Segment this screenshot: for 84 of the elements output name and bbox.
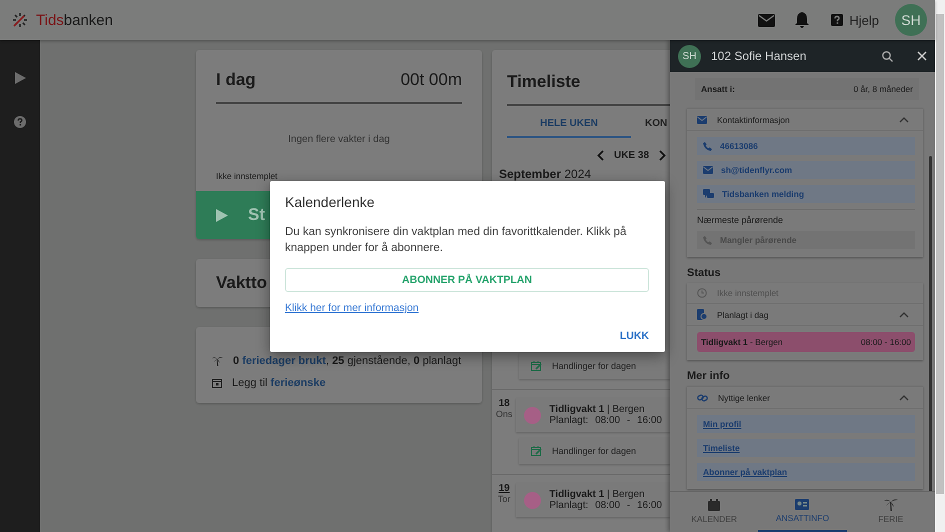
mail-icon <box>697 116 707 124</box>
day-number: 19 <box>498 483 510 494</box>
weekday: Ons <box>496 409 512 419</box>
help-icon <box>831 14 844 26</box>
link[interactable]: feriedager brukt <box>242 355 326 367</box>
tab[interactable]: KON <box>631 106 668 138</box>
chevron-icon[interactable] <box>899 394 909 400</box>
week-label: UKE 38 <box>614 150 649 161</box>
planned-shift[interactable]: Tidligvakt 1 - Bergen 08:00 - 16:00 <box>697 332 915 352</box>
section-header[interactable]: Kontaktinformasjon <box>687 108 923 131</box>
help-icon[interactable] <box>14 116 26 128</box>
close-button[interactable]: LUKK <box>620 330 649 342</box>
info-link[interactable]: Klikk her for mer informasjon <box>285 302 419 314</box>
contact-link[interactable]: sh@tidenflyr.com <box>697 161 915 179</box>
useful-link[interactable]: Min profil <box>697 415 915 433</box>
contact-link[interactable]: Tidsbanken melding <box>697 185 915 203</box>
clock-status: Ikke innstemplet <box>216 171 278 181</box>
link-icon <box>697 394 708 402</box>
hours-total: 00t 00m <box>400 70 462 90</box>
bottom-tab[interactable]: ANSATTINFO <box>758 492 847 532</box>
calendar-icon <box>708 498 720 510</box>
subscribe-button[interactable]: ABONNER PÅ VAKTPLAN <box>285 268 649 292</box>
panel-title: 102 Sofie Hansen <box>711 49 808 63</box>
empty-message: Ingen flere vakter i dag <box>287 134 391 145</box>
chevron-right-icon[interactable] <box>659 150 666 161</box>
palm-tree-icon <box>212 356 223 366</box>
useful-link[interactable]: Abonner på vaktplan <box>697 463 915 481</box>
chat-icon <box>703 189 714 199</box>
field-label: Ansatt i: <box>701 84 735 94</box>
id-card-icon <box>795 499 810 510</box>
mail-icon[interactable] <box>758 14 776 26</box>
schedule-icon <box>697 309 707 320</box>
phone-icon <box>703 236 712 244</box>
mail-icon <box>703 166 713 174</box>
shift-time: Planlagt: 08:00 - 16:00 <box>549 415 662 426</box>
shift-name: Tidligvakt 1 | Bergen <box>549 489 646 500</box>
bottom-tab[interactable]: FERIE <box>846 492 935 532</box>
vacation-summary: 0 feriedager brukt, 25 gjenstående, 0 planlagt <box>233 355 462 367</box>
day-actions-button[interactable]: Handlinger for dagen <box>519 438 670 464</box>
calendar-edit-icon <box>531 361 542 371</box>
tab[interactable]: HELE UKEN <box>507 106 631 138</box>
search-icon[interactable] <box>882 50 893 62</box>
relatives-label: Nærmeste pårørende <box>697 209 915 225</box>
user-avatar[interactable]: SH <box>895 4 927 36</box>
link[interactable]: ferieønske <box>270 377 326 389</box>
section-header[interactable]: Nyttige lenker <box>687 386 923 409</box>
bell-icon[interactable] <box>795 12 810 28</box>
play-icon[interactable] <box>14 72 26 84</box>
section-heading: Status <box>687 267 722 279</box>
card-title: I dag <box>216 70 256 90</box>
close-icon[interactable] <box>917 51 927 61</box>
shift-time: Planlagt: 08:00 - 16:00 <box>549 500 662 511</box>
clock-icon <box>697 288 707 298</box>
shift-card[interactable]: Tidligvakt 1 | Bergen Planlagt: 08:00 - 16:00 <box>516 483 670 517</box>
brand-name: Tidsbanken <box>36 12 113 28</box>
calendar-edit-icon <box>531 446 542 456</box>
scrollbar[interactable] <box>935 0 945 532</box>
chevron-icon[interactable] <box>899 312 909 318</box>
add-vacation-text: Legg til ferieønske <box>232 377 326 389</box>
employee-avatar: SH <box>678 44 701 68</box>
chevron-left-icon[interactable] <box>596 150 604 161</box>
chevron-icon[interactable] <box>899 116 909 122</box>
phone-icon <box>703 142 712 150</box>
palm-tree-icon <box>884 498 898 511</box>
month-heading: September 2024 <box>499 167 592 181</box>
logo-icon <box>10 10 30 30</box>
shift-name: Tidligvakt 1 | Bergen <box>549 404 646 415</box>
play-icon <box>216 208 228 222</box>
contact-link[interactable]: 46613086 <box>697 137 915 155</box>
scrollbar[interactable] <box>929 156 932 491</box>
day-number: 18 <box>498 398 510 409</box>
useful-link[interactable]: Timeliste <box>697 439 915 457</box>
card-title: Vaktto <box>216 273 268 293</box>
bottom-tab[interactable]: KALENDER <box>670 492 758 532</box>
field-value: 0 år, 8 måneder <box>853 84 913 94</box>
shift-card[interactable]: Tidligvakt 1 | Bergen Planlagt: 08:00 - 16:00 <box>516 398 670 432</box>
dialog-text: Du kan synkronisere din vaktplan med din favorittkalender. Klikk på knappen under for å abonnere. <box>285 224 628 256</box>
section-heading: Mer info <box>687 370 731 382</box>
weekday: Tor <box>498 494 510 504</box>
calendar-icon <box>212 378 222 388</box>
section-header[interactable]: Planlagt i dag <box>687 303 923 326</box>
day-actions-button[interactable]: Handlinger for dagen <box>519 353 670 379</box>
help-button[interactable]: Hjelp <box>825 12 885 28</box>
dialog-title: Kalenderlenke <box>285 194 376 210</box>
